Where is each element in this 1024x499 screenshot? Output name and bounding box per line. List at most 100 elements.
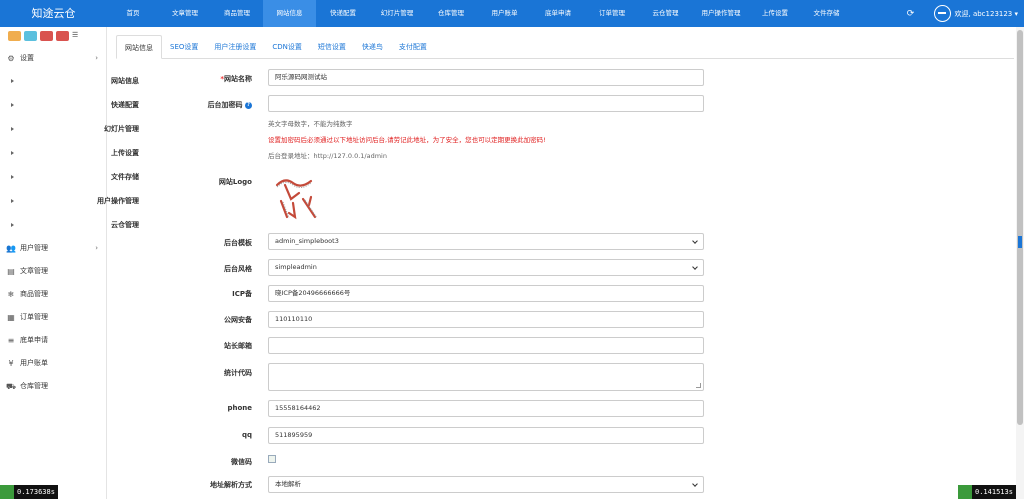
site-logo-image[interactable] [271,173,326,221]
caret-right-icon [11,151,14,155]
email-label: 站长邮箱 [224,342,252,350]
sidebar-item-user-ops[interactable]: 用户操作管理 [0,189,139,213]
caret-right-icon [11,127,14,131]
address-parse-label: 地址解析方式 [210,481,252,489]
tab-sms[interactable]: 短信设置 [310,35,354,59]
nav-articles[interactable]: 文章管理 [159,0,211,27]
nav-goods[interactable]: 商品管理 [211,0,263,27]
sidebar-group-label: 用户账单 [20,359,48,367]
sidebar-group-label: 订单管理 [20,313,48,321]
chevron-right-icon: › [95,54,98,62]
nav-bills[interactable]: 用户账单 [478,0,531,27]
icp-label: ICP备 [232,290,252,298]
quick-settings-button[interactable] [56,31,69,41]
sidebar: ☰ ⚙ 设置 › 网站信息 快递配置 幻灯片管理 上传设置 文件存储 用户操作管… [0,27,139,499]
tab-payment[interactable]: 支付配置 [391,35,435,59]
user-menu[interactable]: 欢迎, abc123123 ▾ [955,9,1019,19]
settings-tabs: 网站信息 SEO设置 用户注册设置 CDN设置 短信设置 快递鸟 支付配置 [116,35,1014,59]
wechat-label: 微信码 [231,458,252,466]
question-icon[interactable]: ? [245,101,252,109]
logo-glyph-icon [275,179,318,220]
perf-time: 0.141513s [975,488,1013,496]
logo-label: 网站Logo [218,178,252,186]
perf-time: 0.173638s [17,488,55,496]
scroll-marker [1018,236,1022,248]
site-name-input[interactable]: 阿乐源码网测试站 [268,69,704,86]
sidebar-item-slides[interactable]: 幻灯片管理 [0,117,139,141]
menu-toggle-icon[interactable]: ☰ [72,31,80,40]
nav-slip-apply[interactable]: 底单申请 [531,0,585,27]
tab-register[interactable]: 用户注册设置 [206,35,264,59]
nav-express[interactable]: 快递配置 [316,0,370,27]
nav-slides[interactable]: 幻灯片管理 [370,0,424,27]
sidebar-item-cloud[interactable]: 云仓管理 [0,213,139,237]
caret-right-icon [11,223,14,227]
nav-warehouse[interactable]: 仓库管理 [424,0,478,27]
user-avatar-icon[interactable] [933,5,951,22]
nav-home[interactable]: 首页 [107,0,159,27]
nav-orders[interactable]: 订单管理 [585,0,639,27]
list-icon: ≡ [7,336,15,345]
stat-code-textarea[interactable] [268,363,704,391]
sidebar-item-express[interactable]: 快递配置 [0,93,139,117]
admin-login-url: 后台登录地址：http://127.0.0.1/admin [268,152,387,160]
quick-doc-button[interactable] [24,31,37,41]
sidebar-group-bills[interactable]: ¥ 用户账单 [0,352,107,375]
sidebar-group-settings[interactable]: ⚙ 设置 › [0,47,107,70]
nav-user-ops[interactable]: 用户操作管理 [692,0,750,27]
perf-badge-right[interactable]: 0.141513s [958,485,1016,499]
sidebar-group-slips[interactable]: ≡ 底单申请 [0,329,107,352]
sidebar-group-articles[interactable]: ▤ 文章管理 [0,260,107,283]
tab-kdniao[interactable]: 快递鸟 [354,35,391,59]
brand-logo[interactable]: 知途云仓 [0,0,107,27]
perf-icon [958,485,972,499]
caret-right-icon [11,79,14,83]
admin-code-input[interactable] [268,95,704,112]
users-icon: 👥 [6,244,16,253]
sidebar-group-orders[interactable]: ▦ 订单管理 [0,306,107,329]
icp-input[interactable]: 晓ICP备20496666666号 [268,285,704,302]
admin-style-label: 后台风格 [224,265,252,273]
article-icon: ▤ [7,267,15,276]
perf-icon [0,485,14,499]
address-parse-select[interactable]: 本地解析 [268,476,704,493]
truck-icon: ⛟ [6,382,17,391]
phone-input[interactable]: 15558164462 [268,400,704,417]
refresh-icon[interactable]: ⟳ [906,9,916,19]
email-input[interactable] [268,337,704,354]
qq-input[interactable]: 511895959 [268,427,704,444]
sidebar-group-warehouse[interactable]: ⛟ 仓库管理 [0,375,107,398]
broken-image-icon[interactable] [268,455,276,463]
tab-site-info[interactable]: 网站信息 [116,35,162,59]
police-input[interactable]: 110110110 [268,311,704,328]
nav-file-storage[interactable]: 文件存储 [800,0,853,27]
caret-right-icon [11,199,14,203]
yen-icon: ¥ [8,359,14,368]
nav-site-info[interactable]: 网站信息 [263,0,316,27]
main-nav: 首页 文章管理 商品管理 网站信息 快递配置 幻灯片管理 仓库管理 用户账单 底… [107,0,853,27]
tab-cdn[interactable]: CDN设置 [264,35,310,59]
site-name-label: *网站名称 [220,75,252,83]
admin-code-help: 英文字母数字，不能为纯数字 [268,120,353,128]
scrollbar-thumb[interactable] [1017,30,1023,425]
sidebar-item-storage[interactable]: 文件存储 [0,165,139,189]
sidebar-item-site-info[interactable]: 网站信息 [0,69,139,93]
quick-delete-button[interactable] [40,31,53,41]
perf-badge-left[interactable]: 0.173638s [0,485,58,499]
order-icon: ▦ [7,313,15,322]
admin-style-select[interactable]: simpleadmin [268,259,704,276]
quick-home-button[interactable] [8,31,21,41]
sidebar-group-label: 设置 [20,54,34,62]
nav-cloud-warehouse[interactable]: 云仓管理 [639,0,692,27]
admin-theme-select[interactable]: admin_simpleboot3 [268,233,704,250]
sidebar-item-upload[interactable]: 上传设置 [0,141,139,165]
page-scrollbar[interactable] [1016,27,1024,499]
gears-icon: ⚙ [7,54,15,63]
sidebar-group-goods[interactable]: ❄ 商品管理 [0,283,107,306]
caret-right-icon [11,175,14,179]
tab-seo[interactable]: SEO设置 [162,35,206,59]
nav-upload-settings[interactable]: 上传设置 [750,0,800,27]
sidebar-group-users[interactable]: 👥 用户管理 › [0,237,107,260]
top-navbar: 知途云仓 首页 文章管理 商品管理 网站信息 快递配置 幻灯片管理 仓库管理 用… [0,0,1024,27]
quick-buttons: ☰ [8,31,80,41]
